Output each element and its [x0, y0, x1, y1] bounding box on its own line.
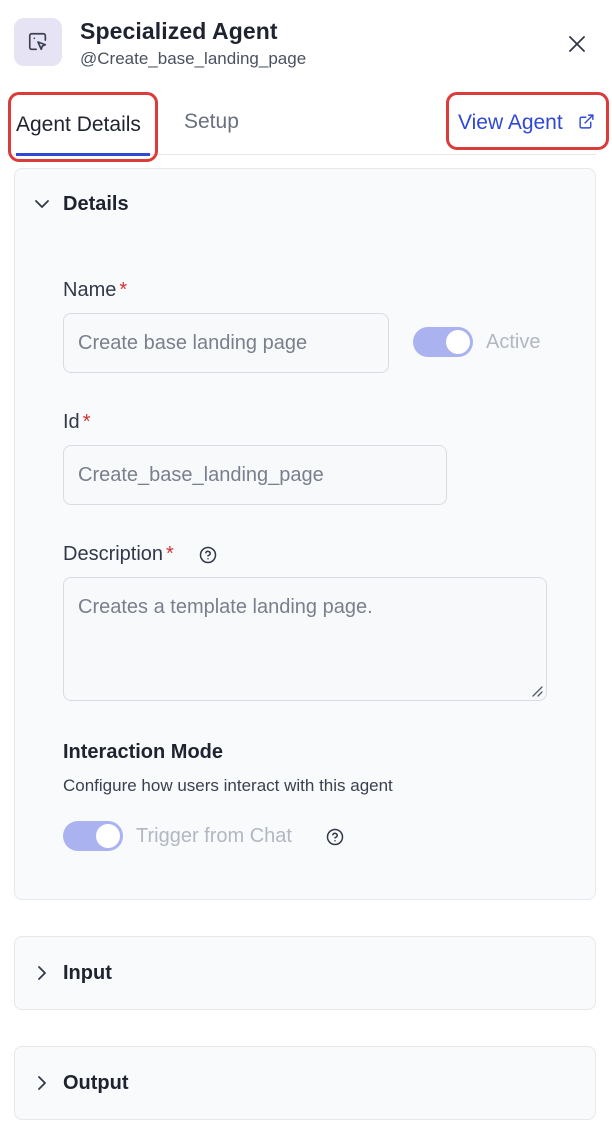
name-label-text: Name: [63, 279, 117, 301]
toggle-knob: [446, 330, 470, 354]
active-toggle[interactable]: [413, 327, 473, 357]
interaction-mode-description: Configure how users interact with this a…: [63, 776, 393, 795]
details-section-header[interactable]: Details: [15, 169, 595, 241]
output-section: Output: [14, 1046, 596, 1120]
required-marker: *: [166, 543, 174, 565]
toggle-knob: [96, 824, 120, 848]
chevron-right-icon: [38, 1076, 46, 1090]
active-toggle-label: Active: [486, 331, 541, 353]
input-section-title: Input: [63, 962, 112, 984]
chevron-down-icon: [35, 200, 49, 208]
tab-bar: Agent Details Setup View Agent: [0, 90, 612, 162]
specialized-agent-panel: Specialized Agent @Create_base_landing_p…: [0, 0, 612, 1144]
description-textarea[interactable]: Creates a template landing page.: [63, 577, 547, 701]
details-section: Details Name * Create base landing page A…: [14, 168, 596, 900]
help-circle-icon[interactable]: [199, 546, 217, 564]
help-circle-icon[interactable]: [326, 828, 344, 846]
active-tab-indicator: [16, 153, 150, 156]
output-section-header[interactable]: Output: [15, 1047, 595, 1119]
required-marker: *: [82, 411, 91, 433]
description-label-text: Description: [63, 543, 164, 565]
name-input-value: Create base landing page: [78, 331, 308, 354]
panel-title: Specialized Agent: [80, 18, 278, 44]
name-label: Name *: [63, 279, 127, 302]
view-agent-label: View Agent: [458, 111, 563, 134]
view-agent-link[interactable]: View Agent: [446, 92, 609, 150]
description-textarea-value: Creates a template landing page.: [78, 596, 373, 618]
output-section-title: Output: [63, 1072, 129, 1094]
panel-header: Specialized Agent @Create_base_landing_p…: [0, 0, 612, 84]
tab-agent-details[interactable]: Agent Details: [8, 92, 158, 162]
pointer-select-icon: [28, 32, 47, 51]
trigger-from-chat-label: Trigger from Chat: [136, 825, 292, 847]
details-section-title: Details: [63, 193, 129, 215]
external-link-icon: [579, 114, 594, 129]
tab-agent-details-label: Agent Details: [16, 113, 141, 136]
id-label-text: Id: [63, 411, 80, 433]
close-icon: [569, 36, 585, 52]
id-input-value: Create_base_landing_page: [78, 463, 324, 486]
resize-handle-icon[interactable]: [530, 684, 544, 698]
tab-setup[interactable]: Setup: [184, 110, 239, 134]
trigger-from-chat-toggle[interactable]: [63, 821, 123, 851]
required-marker: *: [119, 279, 128, 301]
agent-handle: @Create_base_landing_page: [80, 49, 307, 68]
id-label: Id *: [63, 411, 90, 434]
input-section: Input: [14, 936, 596, 1010]
id-input[interactable]: Create_base_landing_page: [63, 445, 447, 505]
chevron-right-icon: [38, 966, 46, 980]
agent-avatar: [14, 18, 62, 66]
interaction-mode-title: Interaction Mode: [63, 741, 224, 763]
close-button[interactable]: [563, 30, 591, 58]
description-label: Description *: [63, 543, 174, 566]
name-input[interactable]: Create base landing page: [63, 313, 389, 373]
input-section-header[interactable]: Input: [15, 937, 595, 1009]
